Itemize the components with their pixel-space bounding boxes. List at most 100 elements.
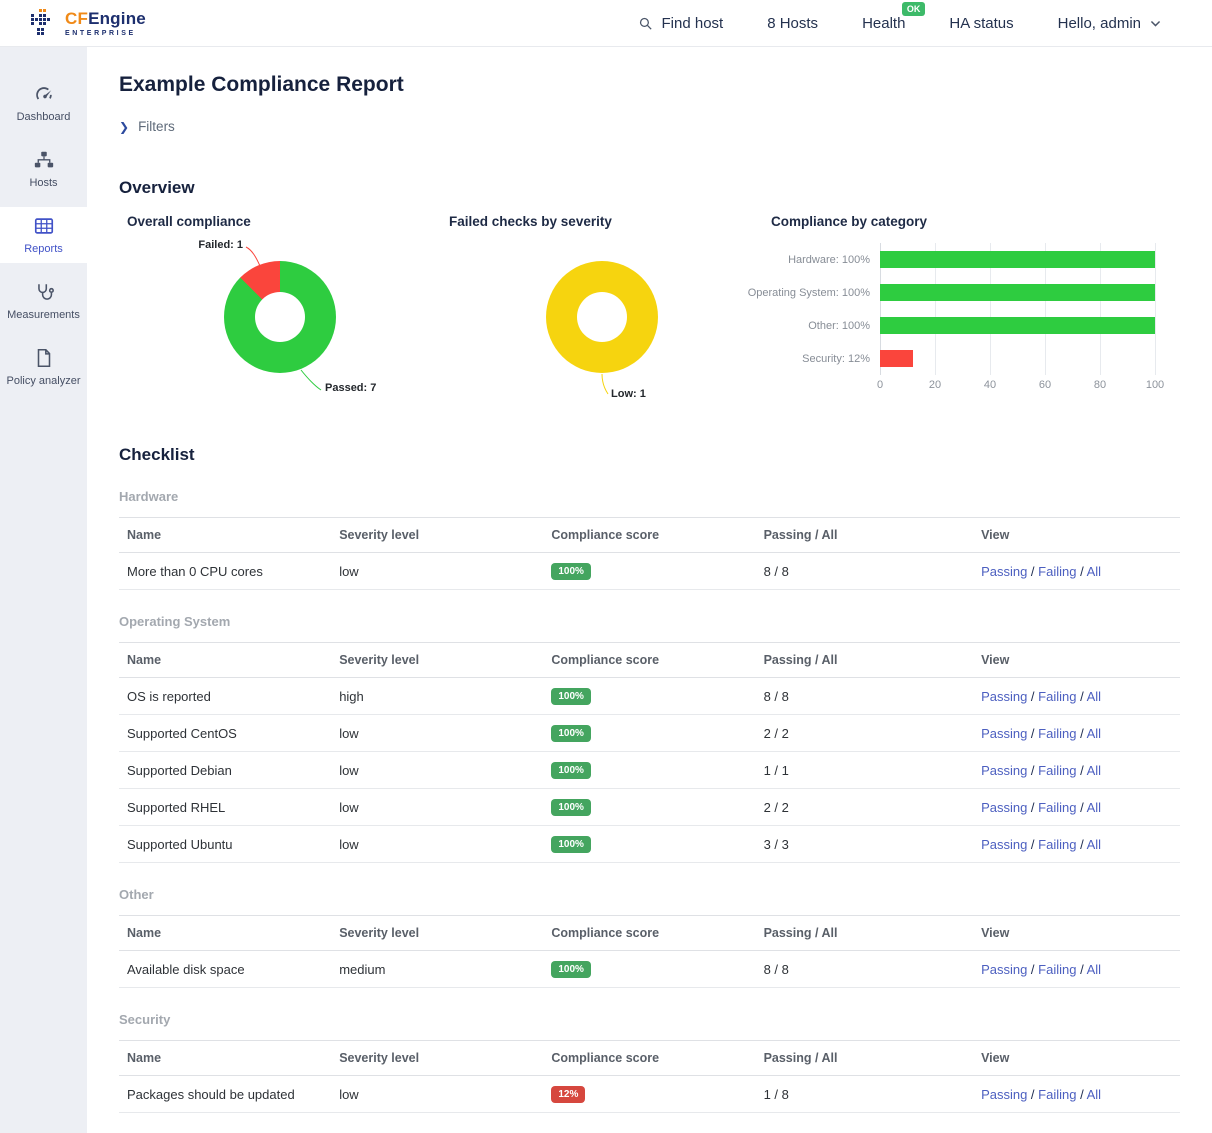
cfengine-logo[interactable]: CFEngine ENTERPRISE: [30, 8, 146, 38]
view-passing-link[interactable]: Passing: [981, 689, 1027, 704]
checklist-table: Name Severity level Compliance score Pas…: [119, 915, 1180, 988]
failed-by-severity-chart: Failed checks by severity Low: 1: [441, 214, 763, 421]
filters-toggle[interactable]: ❯ Filters: [119, 119, 175, 134]
view-all-link[interactable]: All: [1087, 763, 1101, 778]
check-severity: low: [331, 715, 543, 752]
checklist-group: Security Name Severity level Compliance …: [119, 1012, 1180, 1113]
donut-label-low: Low: 1: [611, 388, 646, 400]
health-link[interactable]: Health OK: [862, 15, 905, 32]
bar-label: Security: 12%: [763, 342, 880, 375]
check-passing-ratio: 3 / 3: [756, 826, 974, 863]
donut-label-failed: Failed: 1: [155, 239, 243, 251]
check-severity: low: [331, 553, 543, 590]
sidebar-item-measurements[interactable]: Measurements: [0, 273, 87, 329]
view-all-link[interactable]: All: [1087, 800, 1101, 815]
hosts-count-link[interactable]: 8 Hosts: [767, 15, 818, 32]
checklist-row: Available disk space medium 100% 8 / 8 P…: [119, 951, 1180, 988]
view-all-link[interactable]: All: [1087, 837, 1101, 852]
overall-compliance-chart: Overall compliance Passed: 7Failed: 1: [119, 214, 441, 421]
column-header-score: Compliance score: [543, 916, 755, 951]
view-passing-link[interactable]: Passing: [981, 962, 1027, 977]
check-view-links: Passing / Failing / All: [973, 715, 1180, 752]
column-header-score: Compliance score: [543, 1041, 755, 1076]
check-view-links: Passing / Failing / All: [973, 553, 1180, 590]
check-name: Supported RHEL: [119, 789, 331, 826]
sitemap-icon: [33, 149, 55, 171]
page-title: Example Compliance Report: [119, 73, 1180, 97]
sidebar-item-reports[interactable]: Reports: [0, 207, 87, 263]
x-axis-ticks: 020406080100: [880, 379, 1155, 395]
checklist-table: Name Severity level Compliance score Pas…: [119, 1040, 1180, 1113]
check-severity: medium: [331, 951, 543, 988]
x-tick-label: 80: [1094, 379, 1106, 391]
x-tick-label: 100: [1146, 379, 1164, 391]
view-all-link[interactable]: All: [1087, 689, 1101, 704]
logo-engine: Engine: [88, 9, 146, 28]
check-passing-ratio: 2 / 2: [756, 715, 974, 752]
compliance-score-badge: 100%: [551, 836, 591, 853]
sidebar-item-policy-analyzer[interactable]: Policy analyzer: [0, 339, 87, 395]
sidebar: Dashboard Hosts Reports Measurements Pol…: [0, 47, 87, 1133]
check-view-links: Passing / Failing / All: [973, 752, 1180, 789]
checklist-heading: Checklist: [119, 445, 1180, 465]
check-passing-ratio: 1 / 8: [756, 1076, 974, 1113]
checklist-group-title: Hardware: [119, 489, 1180, 504]
bar-label: Hardware: 100%: [763, 243, 880, 276]
view-passing-link[interactable]: Passing: [981, 837, 1027, 852]
compliance-score-badge: 100%: [551, 799, 591, 816]
ha-status-link[interactable]: HA status: [949, 15, 1013, 32]
view-passing-link[interactable]: Passing: [981, 726, 1027, 741]
view-failing-link[interactable]: Failing: [1038, 726, 1076, 741]
column-header-passing: Passing / All: [756, 643, 974, 678]
view-failing-link[interactable]: Failing: [1038, 763, 1076, 778]
view-passing-link[interactable]: Passing: [981, 564, 1027, 579]
gauge-icon: [33, 83, 55, 105]
checklist-table: Name Severity level Compliance score Pas…: [119, 517, 1180, 590]
overview-charts: Overall compliance Passed: 7Failed: 1 Fa…: [119, 214, 1180, 421]
checklist-table: Name Severity level Compliance score Pas…: [119, 642, 1180, 863]
view-passing-link[interactable]: Passing: [981, 763, 1027, 778]
failed-by-severity-donut: [546, 261, 658, 373]
chevron-down-icon: [1149, 17, 1162, 30]
check-view-links: Passing / Failing / All: [973, 789, 1180, 826]
view-all-link[interactable]: All: [1087, 1087, 1101, 1102]
column-header-passing: Passing / All: [756, 916, 974, 951]
logo-cf: CF: [65, 9, 88, 28]
find-host-search[interactable]: Find host: [637, 15, 724, 32]
checklist-group-title: Operating System: [119, 614, 1180, 629]
view-all-link[interactable]: All: [1087, 962, 1101, 977]
check-severity: low: [331, 752, 543, 789]
bar-operating-system: [880, 284, 1155, 301]
view-all-link[interactable]: All: [1087, 564, 1101, 579]
checklist-group-title: Other: [119, 887, 1180, 902]
column-header-view: View: [973, 518, 1180, 553]
checklist-group: Operating System Name Severity level Com…: [119, 614, 1180, 863]
sidebar-item-dashboard[interactable]: Dashboard: [0, 75, 87, 131]
checklist-group: Other Name Severity level Compliance sco…: [119, 887, 1180, 988]
view-all-link[interactable]: All: [1087, 726, 1101, 741]
column-header-name: Name: [119, 916, 331, 951]
view-passing-link[interactable]: Passing: [981, 1087, 1027, 1102]
view-failing-link[interactable]: Failing: [1038, 962, 1076, 977]
column-header-passing: Passing / All: [756, 518, 974, 553]
view-failing-link[interactable]: Failing: [1038, 689, 1076, 704]
bar-label: Operating System: 100%: [763, 276, 880, 309]
bar-plot-area: [880, 243, 1155, 375]
check-passing-ratio: 8 / 8: [756, 951, 974, 988]
sidebar-item-hosts[interactable]: Hosts: [0, 141, 87, 197]
check-name: More than 0 CPU cores: [119, 553, 331, 590]
filters-label: Filters: [138, 119, 175, 134]
view-passing-link[interactable]: Passing: [981, 800, 1027, 815]
user-menu[interactable]: Hello, admin: [1058, 15, 1162, 32]
column-header-name: Name: [119, 518, 331, 553]
view-failing-link[interactable]: Failing: [1038, 800, 1076, 815]
checklist-row: Packages should be updated low 12% 1 / 8…: [119, 1076, 1180, 1113]
view-failing-link[interactable]: Failing: [1038, 564, 1076, 579]
overall-compliance-donut: [224, 261, 336, 373]
view-failing-link[interactable]: Failing: [1038, 837, 1076, 852]
table-icon: [33, 215, 55, 237]
check-name: Packages should be updated: [119, 1076, 331, 1113]
check-severity: low: [331, 1076, 543, 1113]
view-failing-link[interactable]: Failing: [1038, 1087, 1076, 1102]
check-view-links: Passing / Failing / All: [973, 951, 1180, 988]
